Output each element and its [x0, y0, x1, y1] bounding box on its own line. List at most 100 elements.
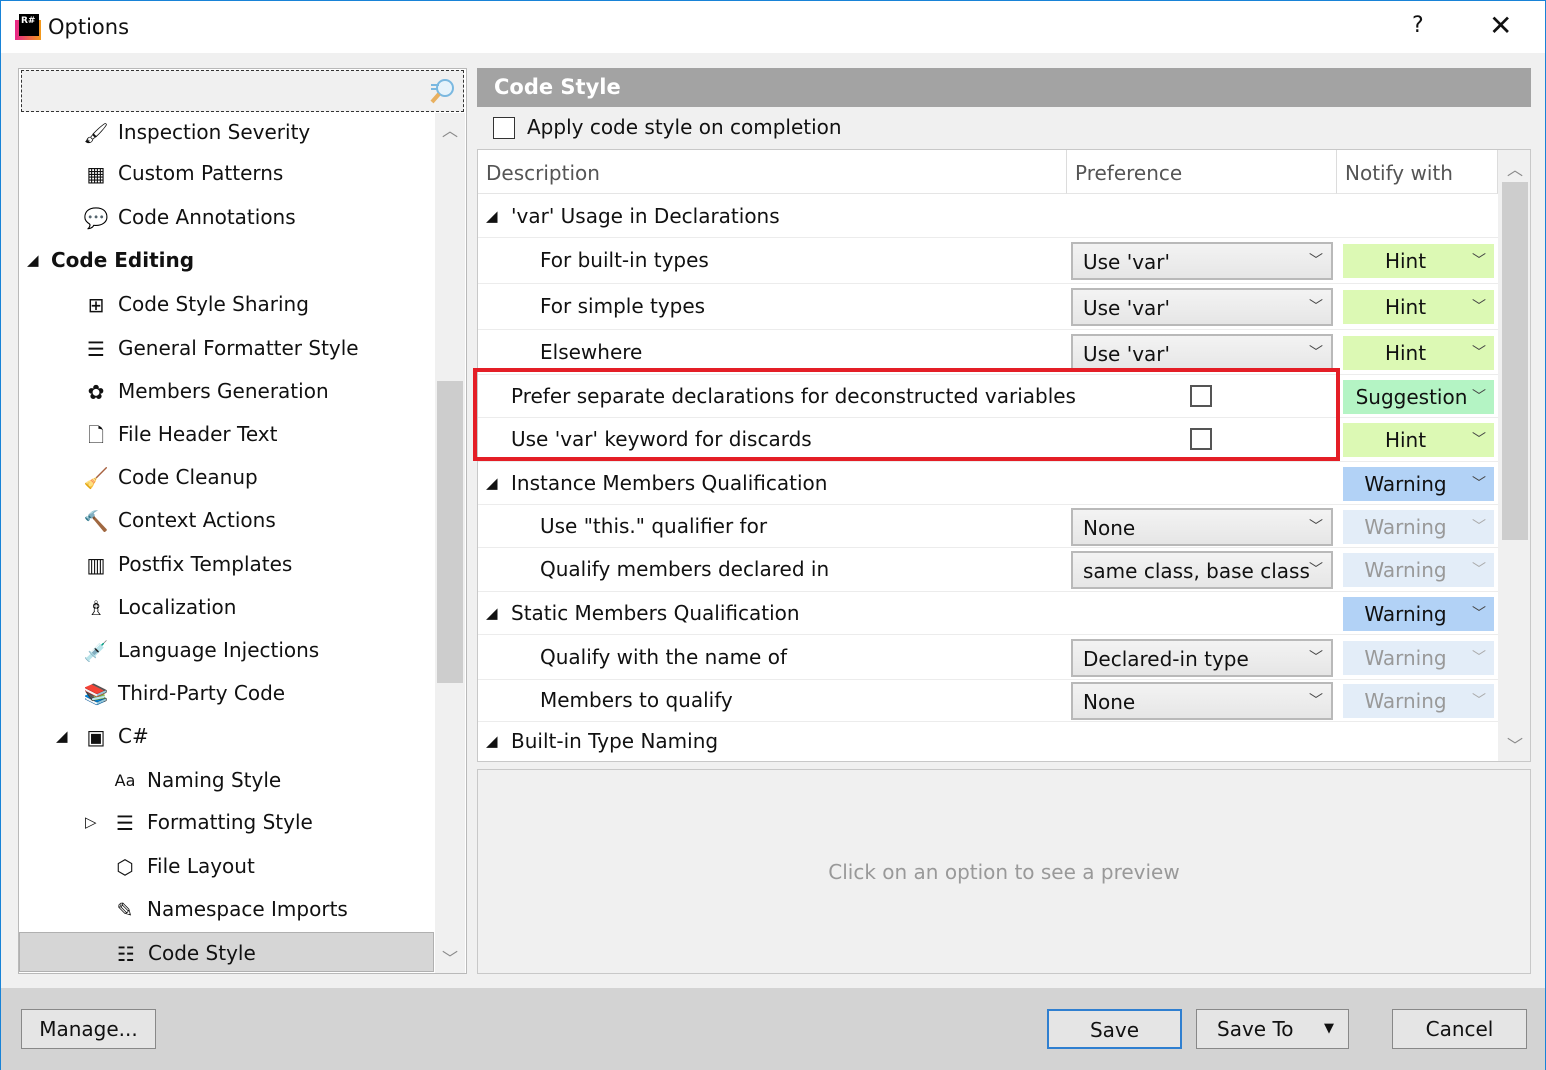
- notify-dropdown[interactable]: Warning ﹀: [1343, 509, 1494, 544]
- expanded-triangle-icon[interactable]: ◢: [486, 732, 498, 750]
- collapsed-triangle-icon[interactable]: ▷: [85, 802, 97, 842]
- apply-code-style-checkbox[interactable]: [493, 117, 515, 139]
- tree-item-file-header-text[interactable]: 🗋 File Header Text: [19, 414, 434, 454]
- manage-button[interactable]: Manage...: [21, 1009, 156, 1049]
- tree-item-context-actions[interactable]: 🔨 Context Actions: [19, 500, 434, 540]
- preference-dropdown[interactable]: Use 'var' ﹀: [1071, 288, 1333, 326]
- language-injections-icon: 💉: [83, 639, 109, 663]
- save-to-button[interactable]: Save To ▼: [1196, 1009, 1349, 1049]
- tree-item-label: Code Style Sharing: [118, 292, 309, 316]
- close-button[interactable]: ✕: [1489, 9, 1512, 42]
- options-tree-panel: 🖌 Inspection Severity ▦ Custom Patterns 💬 Cod…: [18, 68, 467, 974]
- save-to-label: Save To: [1217, 1017, 1294, 1041]
- notify-dropdown[interactable]: Suggestion ﹀: [1343, 379, 1494, 414]
- cancel-button[interactable]: Cancel: [1392, 1009, 1527, 1049]
- expanded-triangle-icon[interactable]: ◢: [486, 207, 498, 225]
- table-row[interactable]: For simple types Use 'var' ﹀ Hint ﹀: [478, 284, 1498, 330]
- csharp-icon: ▣: [86, 725, 106, 749]
- group-row[interactable]: ◢ Static Members Qualification Warning ﹀: [478, 592, 1498, 635]
- group-row[interactable]: ◢ Instance Members Qualification Warning ﹀: [478, 462, 1498, 505]
- tree-scrollbar[interactable]: ︿ ﹀: [435, 113, 465, 973]
- save-button[interactable]: Save: [1047, 1009, 1182, 1049]
- table-scrollbar[interactable]: ︿ ﹀: [1498, 150, 1530, 761]
- notify-dropdown[interactable]: Warning ﹀: [1343, 553, 1494, 587]
- table-row[interactable]: Use "this." qualifier for None ﹀ Warning ﹀: [478, 505, 1498, 548]
- scrollbar-thumb[interactable]: [1502, 182, 1528, 540]
- tree-item-code-style[interactable]: ☷ Code Style: [19, 932, 434, 972]
- tree-item-c-[interactable]: ◢ ▣ C#: [19, 716, 434, 756]
- column-header-description[interactable]: Description: [478, 150, 1067, 194]
- preference-dropdown[interactable]: None ﹀: [1071, 682, 1333, 720]
- notify-dropdown[interactable]: Hint ﹀: [1343, 290, 1494, 324]
- preference-dropdown[interactable]: same class, base class ﹀: [1071, 551, 1333, 589]
- row-label: Members to qualify: [540, 688, 733, 712]
- tree-item-custom-patterns[interactable]: ▦ Custom Patterns: [19, 153, 434, 193]
- search-icon[interactable]: [429, 77, 457, 105]
- scroll-down-icon[interactable]: ﹀: [1500, 732, 1530, 756]
- tree-item-inspection-severity[interactable]: 🖌 Inspection Severity: [19, 113, 434, 152]
- table-row[interactable]: Qualify members declared in same class, b…: [478, 548, 1498, 592]
- tree-item-formatting-style[interactable]: ▷ ☰ Formatting Style: [19, 802, 434, 842]
- tree-item-postfix-templates[interactable]: ▥ Postfix Templates: [19, 544, 434, 584]
- table-row[interactable]: For built-in types Use 'var' ﹀ Hint ﹀: [478, 238, 1498, 284]
- dropdown-arrow-icon[interactable]: ▼: [1324, 1010, 1334, 1048]
- chevron-down-icon: ﹀: [1309, 649, 1323, 666]
- tree-item-code-style-sharing[interactable]: ⊞ Code Style Sharing: [19, 284, 434, 324]
- scroll-up-icon[interactable]: ︿: [1500, 156, 1530, 180]
- scrollbar-thumb[interactable]: [437, 381, 463, 683]
- preference-value: None: [1083, 515, 1136, 540]
- expanded-triangle-icon[interactable]: ◢: [27, 240, 39, 280]
- group-row[interactable]: ◢ 'var' Usage in Declarations: [478, 195, 1498, 238]
- chevron-down-icon: ﹀: [1309, 253, 1323, 269]
- notify-dropdown[interactable]: Warning ﹀: [1343, 466, 1494, 501]
- tree-item-label: Language Injections: [118, 638, 320, 662]
- expanded-triangle-icon[interactable]: ◢: [56, 716, 68, 756]
- table-row[interactable]: Qualify with the name of Declared-in type…: [478, 635, 1498, 680]
- tree-item-localization[interactable]: ♗ Localization: [19, 587, 434, 627]
- tree-item-code-cleanup[interactable]: 🧹 Code Cleanup: [19, 457, 434, 497]
- scroll-up-icon[interactable]: ︿: [435, 117, 465, 141]
- formatting-style-icon: ☰: [116, 811, 134, 835]
- tree-item-general-formatter-style[interactable]: ☰ General Formatter Style: [19, 328, 434, 368]
- tree-item-label: Inspection Severity: [118, 120, 311, 144]
- tree-item-label: Formatting Style: [147, 810, 313, 834]
- tree-item-file-layout[interactable]: ⬡ File Layout: [19, 846, 434, 886]
- column-header-preference[interactable]: Preference: [1067, 150, 1337, 194]
- chevron-down-icon: ﹀: [1472, 344, 1486, 361]
- expanded-triangle-icon[interactable]: ◢: [486, 604, 498, 622]
- members-generation-icon: ✿: [87, 380, 105, 404]
- tree-item-label: Code Cleanup: [118, 465, 258, 489]
- row-label: Built-in Type Naming: [511, 729, 719, 753]
- tree-item-namespace-imports[interactable]: ✎ Namespace Imports: [19, 889, 434, 929]
- chevron-down-icon: ﹀: [1472, 388, 1486, 405]
- notify-dropdown[interactable]: Hint ﹀: [1343, 244, 1494, 278]
- tree-item-label: Custom Patterns: [118, 161, 284, 185]
- preference-dropdown[interactable]: None ﹀: [1071, 507, 1333, 546]
- scroll-down-icon[interactable]: ﹀: [435, 945, 465, 969]
- table-row[interactable]: Members to qualify None ﹀ Warning ﹀: [478, 680, 1498, 722]
- search-input[interactable]: [22, 71, 422, 109]
- row-label: Elsewhere: [540, 339, 643, 364]
- preference-dropdown[interactable]: Use 'var' ﹀: [1071, 242, 1333, 280]
- tree-item-third-party-code[interactable]: 📚 Third-Party Code: [19, 673, 434, 713]
- tree-item-code-editing[interactable]: ◢ Code Editing: [19, 240, 434, 280]
- expanded-triangle-icon[interactable]: ◢: [486, 474, 498, 492]
- title-bar: R# Options ? ✕: [1, 1, 1545, 53]
- group-row[interactable]: ◢ Built-in Type Naming: [478, 722, 1498, 761]
- chevron-down-icon: ﹀: [1472, 562, 1486, 578]
- preference-dropdown[interactable]: Use 'var' ﹀: [1071, 333, 1333, 372]
- chevron-down-icon: ﹀: [1472, 518, 1486, 535]
- preference-dropdown[interactable]: Declared-in type ﹀: [1071, 638, 1333, 677]
- notify-dropdown[interactable]: Hint ﹀: [1343, 423, 1494, 457]
- tree-item-members-generation[interactable]: ✿ Members Generation: [19, 371, 434, 411]
- help-button[interactable]: ?: [1412, 13, 1424, 38]
- notify-dropdown[interactable]: Warning ﹀: [1343, 596, 1494, 631]
- notify-dropdown[interactable]: Warning ﹀: [1343, 684, 1494, 718]
- tree-item-code-annotations[interactable]: 💬 Code Annotations: [19, 197, 434, 237]
- notify-dropdown[interactable]: Hint ﹀: [1343, 335, 1494, 370]
- window-title: Options: [48, 15, 130, 39]
- tree-item-naming-style[interactable]: Aa Naming Style: [19, 760, 434, 800]
- notify-dropdown[interactable]: Warning ﹀: [1343, 640, 1494, 675]
- column-header-notify[interactable]: Notify with: [1337, 150, 1498, 194]
- tree-item-language-injections[interactable]: 💉 Language Injections: [19, 630, 434, 670]
